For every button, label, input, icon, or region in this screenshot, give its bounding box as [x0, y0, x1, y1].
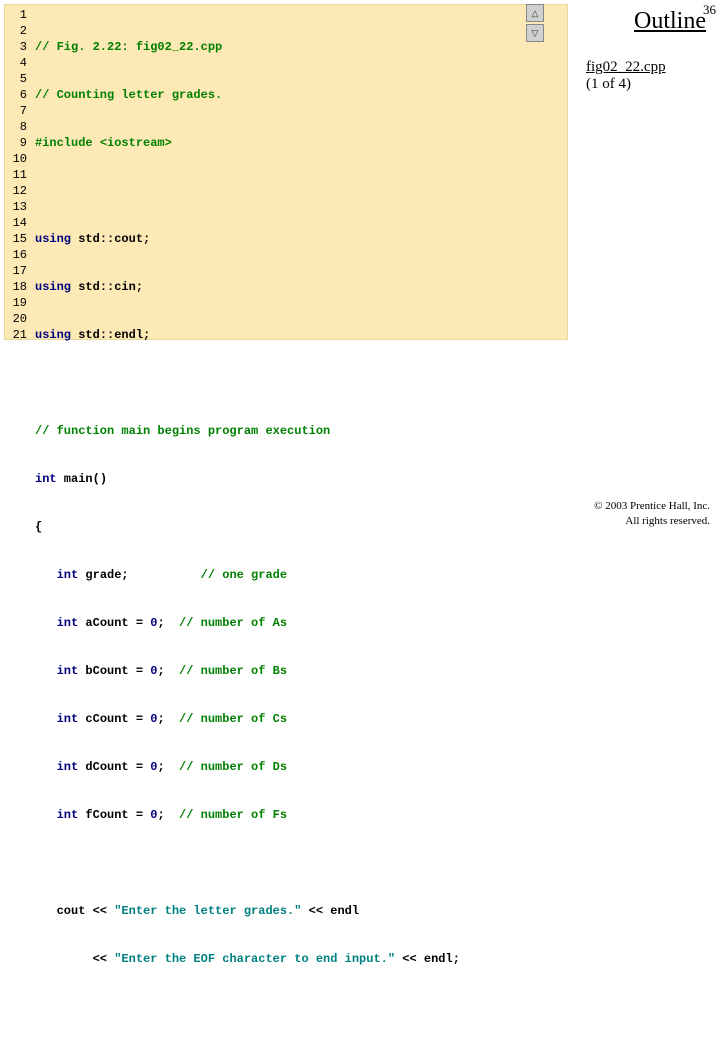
line-number: 10 [7, 151, 27, 167]
triangle-down-icon: ▽ [532, 28, 539, 39]
code-text: cout << [35, 904, 114, 918]
line-number: 20 [7, 311, 27, 327]
line-number: 19 [7, 295, 27, 311]
code-keyword: using [35, 328, 71, 342]
file-info: fig02_22.cpp (1 of 4) [572, 59, 712, 93]
line-number: 13 [7, 199, 27, 215]
code-keyword: int [57, 808, 79, 822]
code-text: << endl; [395, 952, 460, 966]
nav-up-button[interactable]: △ [526, 4, 544, 22]
line-number: 7 [7, 103, 27, 119]
code-keyword: int [57, 664, 79, 678]
code-text: ; [157, 808, 179, 822]
code-number: 0 [150, 712, 157, 726]
code-text: grade; [78, 568, 200, 582]
code-keyword: int [57, 568, 79, 582]
code-comment: // Counting letter grades. [35, 88, 222, 102]
code-string: "Enter the EOF character to end input." [114, 952, 395, 966]
code-text: { [35, 520, 42, 534]
code-text: fCount = [78, 808, 150, 822]
line-number: 15 [7, 231, 27, 247]
triangle-up-icon: △ [532, 8, 539, 19]
line-number: 9 [7, 135, 27, 151]
file-name: fig02_22.cpp [586, 59, 666, 75]
code-text: dCount = [78, 760, 150, 774]
code-comment: // function main begins program executio… [35, 424, 330, 438]
code-keyword: int [57, 616, 79, 630]
code-preproc: #include [35, 136, 100, 150]
code-text: bCount = [78, 664, 150, 678]
code-comment: // number of As [179, 616, 287, 630]
line-number: 21 [7, 327, 27, 343]
line-number: 18 [7, 279, 27, 295]
code-panel: 1 2 3 4 5 6 7 8 9 10 11 12 13 14 15 16 1… [4, 4, 568, 340]
code-comment: // number of Cs [179, 712, 287, 726]
code-text: ; [157, 664, 179, 678]
code-keyword: int [57, 712, 79, 726]
line-number: 17 [7, 263, 27, 279]
code-text: << endl [301, 904, 359, 918]
code-text: std::cin; [71, 280, 143, 294]
line-number: 11 [7, 167, 27, 183]
code-keyword: int [57, 760, 79, 774]
code-keyword: using [35, 232, 71, 246]
code-text: ; [157, 616, 179, 630]
line-number: 16 [7, 247, 27, 263]
code-text: main() [57, 472, 107, 486]
copyright-line: © 2003 Prentice Hall, Inc. [594, 499, 710, 513]
code-preproc: <iostream> [100, 136, 172, 150]
code-number: 0 [150, 664, 157, 678]
code-comment: // Fig. 2.22: fig02_22.cpp [35, 40, 222, 54]
code-number: 0 [150, 760, 157, 774]
code-string: "Enter the letter grades." [114, 904, 301, 918]
file-part: (1 of 4) [586, 76, 631, 92]
line-number: 1 [7, 7, 27, 23]
code-number: 0 [150, 616, 157, 630]
code-text: std::cout; [71, 232, 150, 246]
line-number: 6 [7, 87, 27, 103]
code-comment: // number of Ds [179, 760, 287, 774]
code-comment: // number of Bs [179, 664, 287, 678]
sidebar: △ ▽ Outline fig02_22.cpp (1 of 4) [572, 4, 712, 93]
code-keyword: using [35, 280, 71, 294]
code-text: cCount = [78, 712, 150, 726]
line-number: 3 [7, 39, 27, 55]
copyright-footer: © 2003 Prentice Hall, Inc. All rights re… [594, 499, 710, 528]
code-comment: // one grade [201, 568, 287, 582]
line-number: 14 [7, 215, 27, 231]
copyright-line: All rights reserved. [594, 514, 710, 528]
code-text: std::endl; [71, 328, 150, 342]
nav-down-button[interactable]: ▽ [526, 24, 544, 42]
line-number: 5 [7, 71, 27, 87]
line-number: 4 [7, 55, 27, 71]
line-number: 2 [7, 23, 27, 39]
code-text: << [35, 952, 114, 966]
line-number: 8 [7, 119, 27, 135]
code-body: // Fig. 2.22: fig02_22.cpp // Counting l… [31, 5, 460, 339]
code-keyword: int [35, 472, 57, 486]
code-text: aCount = [78, 616, 150, 630]
line-number-gutter: 1 2 3 4 5 6 7 8 9 10 11 12 13 14 15 16 1… [5, 5, 31, 339]
code-text: ; [157, 712, 179, 726]
code-number: 0 [150, 808, 157, 822]
code-text: ; [157, 760, 179, 774]
code-comment: // number of Fs [179, 808, 287, 822]
outline-heading: Outline [572, 4, 712, 35]
line-number: 12 [7, 183, 27, 199]
